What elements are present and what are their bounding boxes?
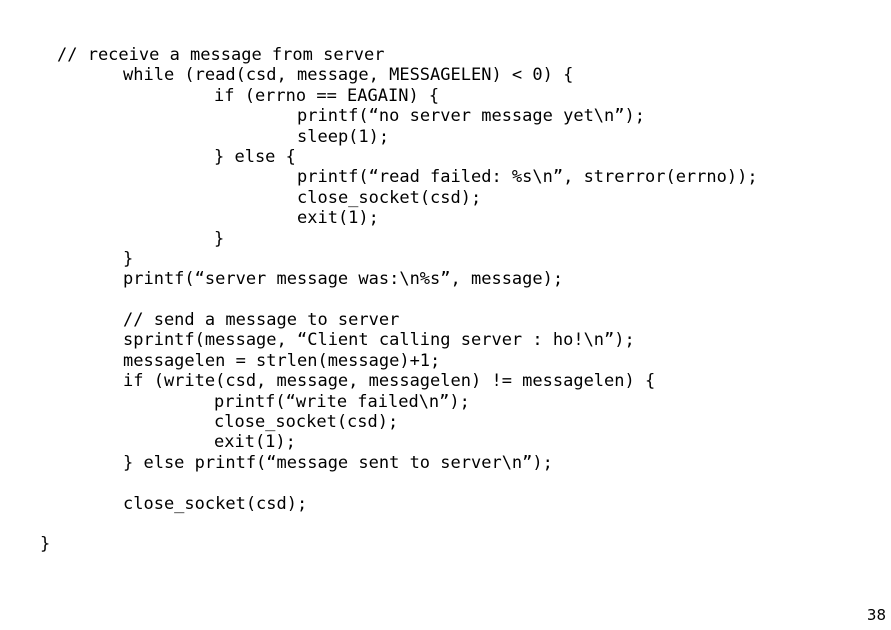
code-line: } else { [214,146,296,167]
code-line: if (errno == EAGAIN) { [214,85,440,106]
code-line: close_socket(csd); [297,187,482,208]
code-listing: // receive a message from server while (r… [0,45,891,555]
code-line: } else printf(“message sent to server\n”… [123,452,553,473]
code-line: sprintf(message, “Client calling server … [123,330,635,351]
code-line: printf(“write failed\n”); [214,391,470,412]
slide-canvas: // receive a message from server while (r… [0,0,891,630]
code-line: // receive a message from server [57,45,385,65]
code-line: exit(1); [297,208,379,229]
code-line: } [40,534,51,555]
code-line: } [123,248,134,269]
code-line: while (read(csd, message, MESSAGELEN) < … [123,65,574,86]
code-line: printf(“no server message yet\n”); [297,106,645,127]
code-line: sleep(1); [297,126,390,147]
code-line: exit(1); [214,432,296,453]
code-line: printf(“read failed: %s\n”, strerror(err… [297,167,758,188]
code-line: messagelen = strlen(message)+1; [123,350,441,371]
code-line: close_socket(csd); [123,493,308,514]
code-line: if (write(csd, message, messagelen) != m… [123,371,656,392]
code-line: } [214,228,225,249]
code-line: printf(“server message was:\n%s”, messag… [123,269,564,290]
code-line: close_socket(csd); [214,412,399,433]
code-line: // send a message to server [123,310,400,331]
slide-page-number: 38 [866,606,886,624]
